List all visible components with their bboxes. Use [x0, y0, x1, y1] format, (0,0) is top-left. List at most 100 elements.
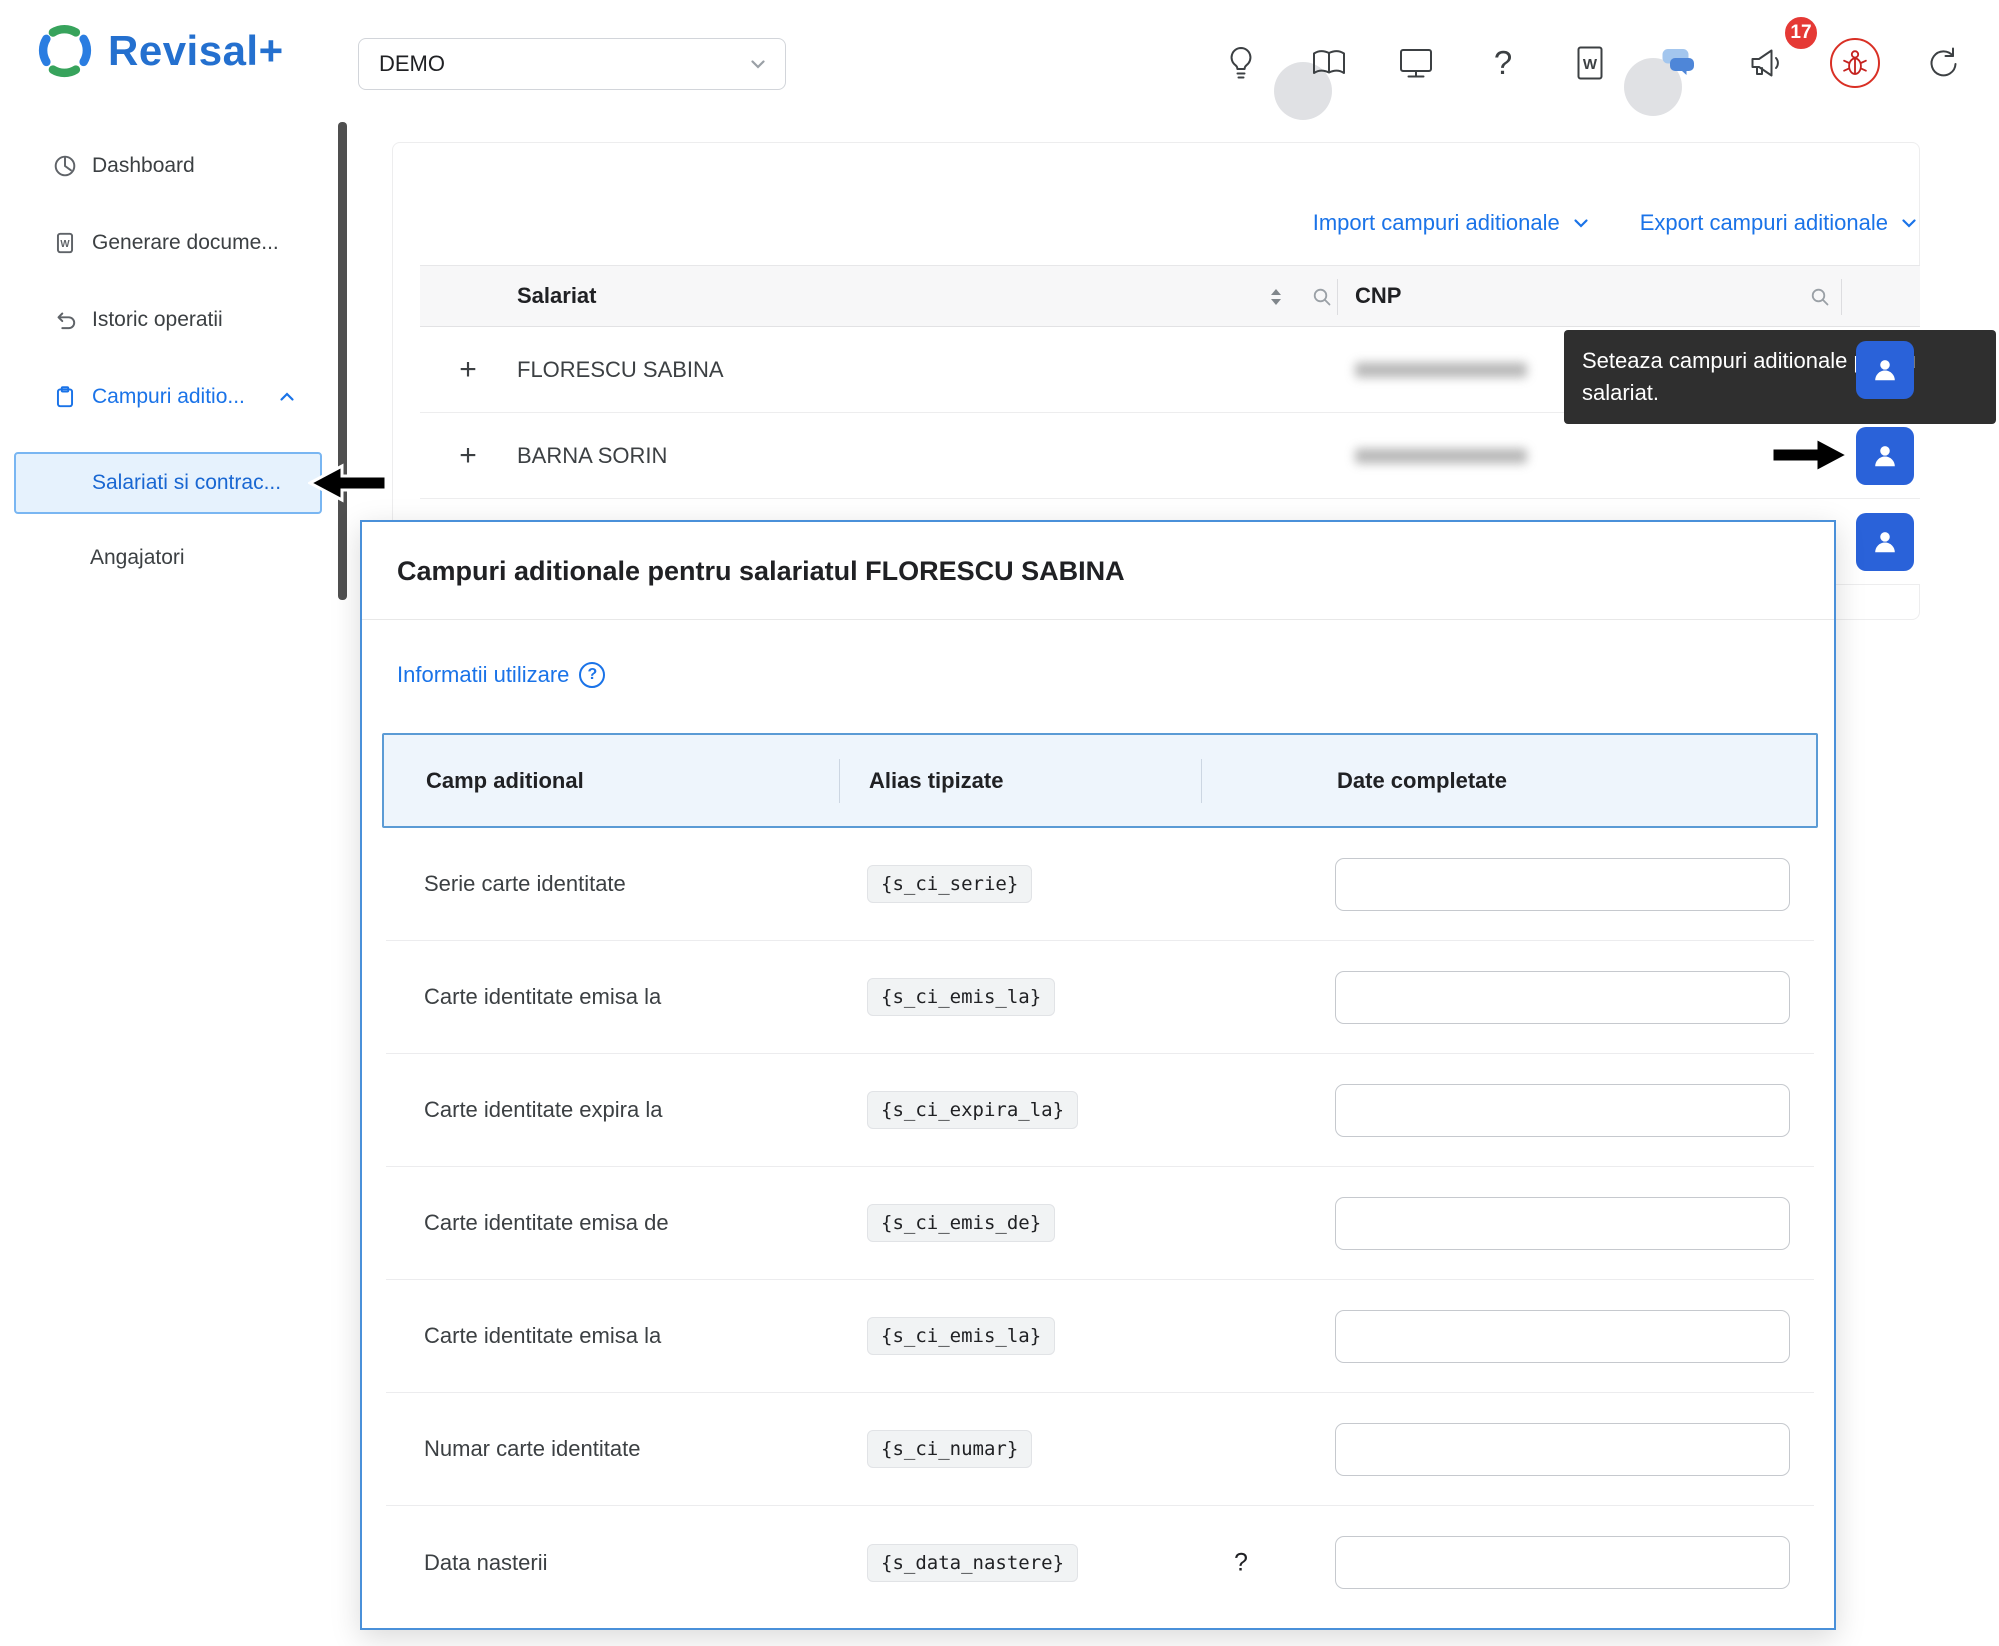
- date-completate-input[interactable]: [1335, 1197, 1790, 1250]
- column-separator: [1201, 759, 1202, 803]
- bug-icon: [1843, 50, 1867, 75]
- info-link-label: Informatii utilizare: [397, 662, 570, 687]
- caret-up-icon: [280, 392, 294, 401]
- export-link[interactable]: Export campuri aditionale: [1640, 210, 1920, 236]
- field-row: Carte identitate expira la {s_ci_expira_…: [386, 1054, 1814, 1167]
- annotation-arrow-left: [308, 463, 388, 503]
- date-completate-input[interactable]: [1335, 1310, 1790, 1363]
- column-separator: [1841, 279, 1842, 315]
- logout-icon: [1930, 47, 1957, 77]
- chat-button[interactable]: [1650, 35, 1706, 91]
- person-icon: [1875, 360, 1895, 381]
- book-icon: [1313, 50, 1345, 74]
- search-icon[interactable]: [1810, 287, 1830, 307]
- import-export-links: Import campuri aditionale Export campuri…: [1313, 210, 1920, 236]
- document-icon: W: [56, 232, 74, 254]
- megaphone-icon: [1751, 49, 1779, 77]
- field-label: Carte identitate emisa la: [424, 984, 662, 1009]
- notification-badge: 17: [1782, 14, 1820, 52]
- sidebar: Dashboard W Generare docume... Istoric o…: [0, 118, 336, 638]
- field-row: Carte identitate emisa la {s_ci_emis_la}: [386, 1280, 1814, 1393]
- modal-table-header: Camp aditional Alias tipizate Date compl…: [382, 733, 1818, 828]
- annotation-arrow-right: [1770, 435, 1850, 475]
- date-completate-input[interactable]: [1335, 971, 1790, 1024]
- date-completate-input[interactable]: [1335, 1536, 1790, 1589]
- sidebar-item-campuri-aditionale[interactable]: Campuri aditio...: [0, 366, 336, 428]
- alias-chip: {s_ci_emis_de}: [867, 1204, 1056, 1242]
- alias-chip: {s_ci_numar}: [867, 1430, 1033, 1468]
- sort-icon[interactable]: [1268, 286, 1284, 308]
- alias-chip: {s_ci_expira_la}: [867, 1091, 1079, 1129]
- cnp-value-masked: [1355, 448, 1527, 463]
- help-icon: ?: [1493, 44, 1513, 81]
- help-circle-icon: ?: [579, 662, 606, 688]
- field-label: Data nasterii: [424, 1549, 548, 1575]
- column-date-completate: Date completate: [1337, 767, 1507, 793]
- chevron-down-icon: [1902, 219, 1916, 228]
- manual-button[interactable]: [1301, 35, 1357, 91]
- monitor-icon: [1400, 49, 1432, 78]
- company-select[interactable]: DEMO: [358, 38, 786, 90]
- revisal-app: Revisal+ DEMO ? W 17 Dashboard W Generar…: [0, 0, 1999, 1646]
- expand-row-button[interactable]: +: [450, 439, 486, 473]
- field-row: Carte identitate emisa la {s_ci_emis_la}: [386, 941, 1814, 1054]
- sidebar-item-label: Dashboard: [92, 154, 195, 177]
- field-row: Serie carte identitate {s_ci_serie}: [386, 828, 1814, 941]
- employee-name: FLORESCU SABINA: [517, 356, 724, 382]
- employee-row: + BARNA SORIN: [420, 413, 1920, 499]
- app-logo[interactable]: Revisal+: [36, 22, 284, 80]
- clipboard-icon: [56, 386, 74, 408]
- alias-chip: {s_data_nastere}: [867, 1543, 1079, 1582]
- history-icon: [57, 312, 76, 330]
- sidebar-item-istoric-operatii[interactable]: Istoric operatii: [0, 289, 336, 351]
- chevron-down-icon: [751, 60, 765, 69]
- sidebar-item-salariati-si-contracte[interactable]: Salariati si contrac...: [14, 452, 322, 514]
- sidebar-item-generare-documente[interactable]: W Generare docume...: [0, 212, 336, 274]
- field-label: Carte identitate emisa de: [424, 1210, 669, 1235]
- sidebar-subitem-label: Salariati si contrac...: [92, 471, 282, 494]
- word-template-button[interactable]: W: [1562, 35, 1618, 91]
- export-link-label: Export campuri aditionale: [1639, 210, 1888, 235]
- field-label: Carte identitate emisa la: [424, 1323, 662, 1348]
- logout-button[interactable]: [1913, 35, 1969, 91]
- date-completate-input[interactable]: [1335, 1084, 1790, 1137]
- info-link[interactable]: Informatii utilizare ?: [397, 662, 606, 688]
- import-link[interactable]: Import campuri aditionale: [1313, 210, 1592, 236]
- column-cnp: CNP: [1355, 283, 1402, 308]
- field-label: Numar carte identitate: [424, 1436, 641, 1461]
- field-label: Carte identitate expira la: [424, 1097, 663, 1122]
- alias-chip: {s_ci_emis_la}: [867, 978, 1056, 1016]
- sidebar-item-dashboard[interactable]: Dashboard: [0, 135, 336, 197]
- remote-desktop-button[interactable]: [1388, 35, 1444, 91]
- lightbulb-button[interactable]: [1213, 35, 1269, 91]
- search-icon[interactable]: [1312, 287, 1332, 307]
- logo-text: Revisal+: [108, 27, 284, 74]
- lightbulb-icon: [1230, 47, 1252, 79]
- additional-fields-modal: Campuri aditionale pentru salariatul FLO…: [360, 520, 1836, 1630]
- alias-chip: {s_ci_emis_la}: [867, 1317, 1056, 1355]
- column-alias-tipizate: Alias tipizate: [869, 767, 1004, 793]
- set-additional-fields-button[interactable]: [1856, 427, 1914, 485]
- set-additional-fields-button[interactable]: [1856, 341, 1914, 399]
- field-help-icon[interactable]: ?: [1234, 1548, 1248, 1577]
- divider: [362, 619, 1834, 620]
- column-camp-aditional: Camp aditional: [426, 767, 584, 793]
- company-select-value: DEMO: [379, 51, 445, 76]
- sidebar-subitem-label: Angajatori: [90, 546, 185, 569]
- import-link-label: Import campuri aditionale: [1312, 210, 1560, 235]
- date-completate-input[interactable]: [1335, 1423, 1790, 1476]
- date-completate-input[interactable]: [1335, 858, 1790, 911]
- sidebar-item-label: Generare docume...: [92, 231, 279, 254]
- bug-report-button[interactable]: [1830, 38, 1880, 88]
- employee-name: BARNA SORIN: [517, 442, 668, 468]
- sidebar-item-label: Campuri aditio...: [92, 385, 245, 408]
- set-additional-fields-button[interactable]: [1856, 513, 1914, 571]
- sidebar-item-label: Istoric operatii: [92, 308, 223, 331]
- sidebar-item-angajatori[interactable]: Angajatori: [14, 527, 322, 589]
- expand-row-button[interactable]: +: [450, 353, 486, 387]
- help-button[interactable]: ?: [1475, 35, 1531, 91]
- field-label: Serie carte identitate: [424, 871, 626, 896]
- column-separator: [839, 759, 840, 803]
- scrollbar-thumb[interactable]: [338, 122, 347, 600]
- dashboard-icon: [54, 155, 76, 177]
